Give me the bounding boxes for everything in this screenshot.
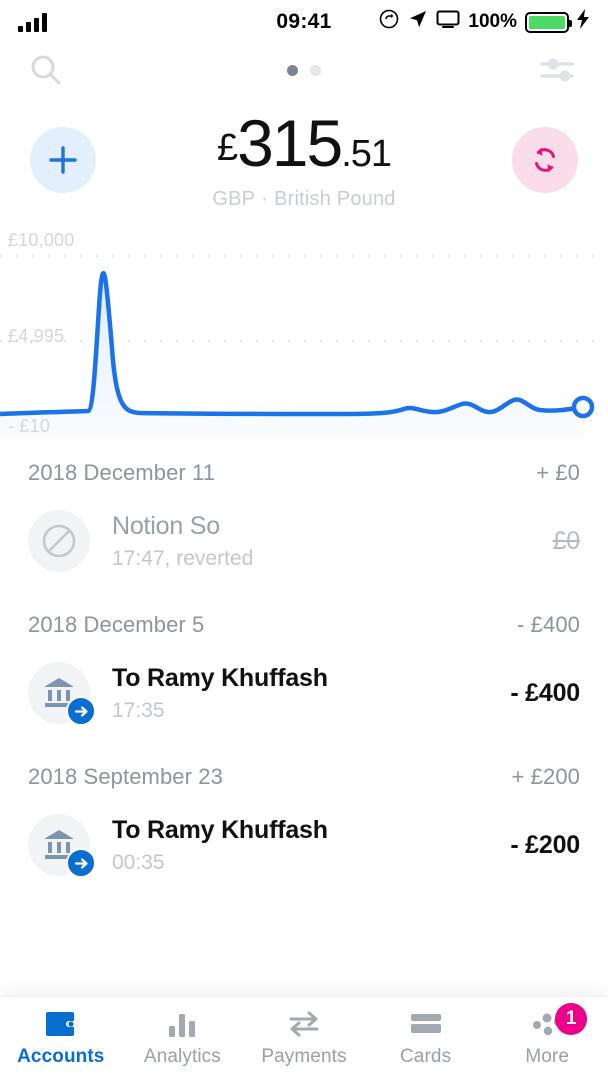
transaction-date-header: 2018 September 23 + £200: [0, 742, 608, 796]
transaction-day-total: - £400: [517, 612, 580, 637]
chart-ytick-mid: £4,995: [8, 326, 65, 346]
add-account-button[interactable]: [30, 127, 96, 193]
balance-currency-symbol: £: [216, 126, 238, 169]
transaction-amount: - £400: [510, 678, 580, 707]
currency-code: GBP: [212, 187, 256, 210]
chart-line: [0, 270, 586, 417]
arrow-right-icon: [74, 705, 88, 717]
app-screen: 09:41 100% £315.51 GBP · British Pound £…: [0, 0, 608, 1080]
balance-display: £315.51 GBP · British Pound: [96, 110, 512, 211]
refresh-exchange-icon: [535, 147, 555, 173]
plus-icon: [49, 146, 77, 174]
transaction-subtitle: 00:35: [112, 850, 165, 874]
transaction-day-total: + £200: [511, 764, 580, 789]
balance-integer: 315: [237, 105, 343, 180]
transaction-amount: £0: [552, 526, 581, 555]
tab-label: Accounts: [17, 1046, 105, 1067]
transaction-avatar: [28, 662, 96, 726]
tab-more[interactable]: 1 More: [486, 997, 608, 1080]
transaction-day-total: + £0: [536, 460, 580, 485]
chart-endpoint-marker[interactable]: [571, 395, 595, 419]
transaction-title: Notion So: [112, 511, 220, 540]
currency-name: British Pound: [274, 187, 396, 210]
chart-ytick-top: £10,000: [8, 230, 75, 250]
status-bar: 09:41 100%: [0, 0, 608, 44]
transaction-avatar: [28, 814, 96, 878]
credit-card-icon: [410, 1009, 442, 1039]
currency-separator: ·: [261, 187, 269, 210]
blocked-circle-icon: [42, 524, 76, 558]
tab-accounts[interactable]: Accounts: [0, 997, 122, 1080]
transaction-avatar: [28, 510, 90, 572]
page-dot-1[interactable]: [287, 64, 298, 76]
page-indicator: [0, 64, 608, 76]
transfer-arrows-icon: [287, 1009, 321, 1039]
balance-chart[interactable]: £10,000 £4,995 - £10: [0, 228, 608, 438]
transaction-title: To Ramy Khuffash: [112, 663, 328, 692]
transaction-title: To Ramy Khuffash: [112, 815, 328, 844]
transaction-date-header: 2018 December 11 + £0: [0, 438, 608, 492]
account-balance-header: £315.51 GBP · British Pound: [0, 96, 608, 214]
transaction-amount: - £200: [510, 830, 580, 859]
transaction-date: 2018 September 23: [28, 764, 223, 789]
balance-decimal: .51: [341, 132, 392, 175]
transaction-subtitle: 17:47, reverted: [112, 546, 254, 570]
exchange-button[interactable]: [512, 127, 578, 193]
transaction-subtitle: 17:35: [112, 698, 165, 722]
wallet-icon: [44, 1009, 78, 1039]
tab-analytics[interactable]: Analytics: [122, 997, 244, 1080]
transaction-direction-badge: [66, 696, 96, 726]
bar-chart-icon: [167, 1009, 197, 1039]
tab-payments[interactable]: Payments: [243, 997, 365, 1080]
transaction-row[interactable]: To Ramy Khuffash 17:35 - £400: [0, 644, 608, 742]
transaction-row[interactable]: To Ramy Khuffash 00:35 - £200: [0, 796, 608, 894]
transaction-date: 2018 December 11: [28, 460, 216, 485]
currency-subtitle: GBP · British Pound: [96, 188, 512, 211]
transaction-direction-badge: [66, 848, 96, 878]
page-dot-2[interactable]: [310, 64, 321, 76]
bottom-tab-bar: Accounts Analytics Payments Cards 1 More: [0, 996, 608, 1080]
balance-amount: £315.51: [96, 110, 512, 176]
transaction-date-header: 2018 December 5 - £400: [0, 590, 608, 644]
chart-ytick-bottom: - £10: [8, 416, 51, 436]
chart-svg: [0, 255, 608, 438]
more-notification-badge: 1: [555, 1003, 588, 1035]
tab-cards[interactable]: Cards: [365, 997, 487, 1080]
arrow-right-icon: [74, 857, 88, 869]
battery-icon: [525, 11, 572, 33]
transaction-row[interactable]: Notion So 17:47, reverted £0: [0, 492, 608, 590]
tab-label: Analytics: [143, 1046, 221, 1067]
tab-label: Payments: [261, 1046, 347, 1067]
tab-label: More: [525, 1046, 570, 1067]
tab-label: Cards: [399, 1046, 452, 1067]
transaction-list[interactable]: 2018 December 11 + £0 Notion So 17:47, r…: [0, 438, 608, 894]
status-bar-time: 09:41: [276, 10, 332, 33]
top-navigation-bar: [0, 44, 608, 96]
transaction-date: 2018 December 5: [28, 612, 205, 637]
